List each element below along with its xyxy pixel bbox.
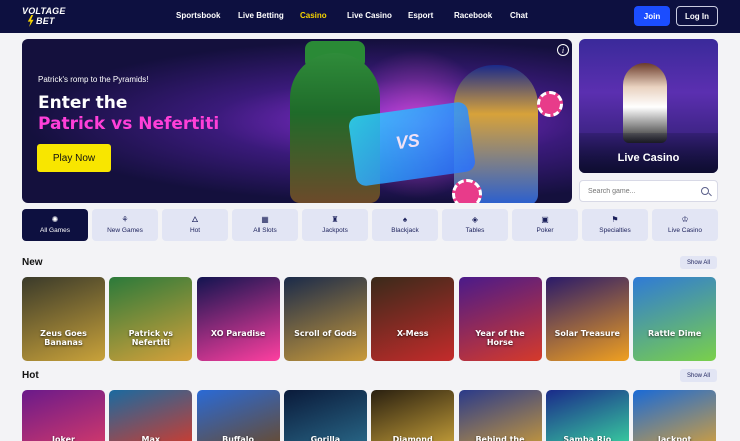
category-label: All Slots	[253, 227, 277, 234]
game-title: Patrick vs Nefertiti	[128, 329, 173, 347]
section-title-hot: Hot	[22, 370, 39, 381]
nav-casino[interactable]: Casino	[300, 11, 327, 20]
casino-chip-art	[452, 179, 482, 203]
login-button[interactable]: Log In	[676, 6, 718, 26]
category-label: Hot	[189, 227, 201, 234]
live-dealer-icon: ♔	[681, 215, 689, 224]
info-icon[interactable]: i	[557, 44, 569, 56]
game-tile[interactable]: Year of the Horse	[458, 277, 542, 361]
game-tile[interactable]: Patrick vs Nefertiti	[109, 277, 193, 361]
flame-icon: 🜂	[191, 215, 199, 224]
game-title: Buffalo	[222, 435, 255, 441]
game-title: Diamond	[392, 435, 433, 441]
logo-line-2: BET	[36, 16, 55, 26]
show-all-hot-button[interactable]: Show All	[680, 369, 717, 382]
all-games-icon: ✺	[51, 215, 59, 224]
game-tile[interactable]: XO Paradise	[196, 277, 280, 361]
game-title: Solar Treasure	[554, 329, 620, 338]
category-blackjack[interactable]: ♠ Blackjack	[372, 209, 438, 241]
game-tile[interactable]: Buffalo	[196, 390, 280, 441]
show-all-new-button[interactable]: Show All	[680, 256, 717, 269]
game-tile[interactable]: Gorilla	[283, 390, 367, 441]
hero-banner[interactable]: VS i Patrick's romp to the Pyramids! Ent…	[22, 39, 572, 203]
nav-racebook[interactable]: Racebook	[454, 11, 492, 20]
dealer-art	[623, 63, 667, 143]
game-title: Max	[141, 435, 161, 441]
game-title: X-Mess	[396, 329, 429, 338]
category-label: Jackpots	[322, 227, 348, 234]
voltagebet-logo[interactable]: VOLTAGE BET	[22, 6, 68, 28]
game-tile[interactable]: Diamond	[371, 390, 455, 441]
new-games-icon: ⚘	[121, 215, 129, 224]
poker-icon: ▣	[541, 215, 549, 224]
roulette-icon: ◈	[471, 215, 479, 224]
game-title: XO Paradise	[210, 329, 266, 338]
lightning-bolt-icon	[27, 15, 34, 27]
category-tables[interactable]: ◈ Tables	[442, 209, 508, 241]
logo-line-1: VOLTAGE	[22, 6, 66, 16]
jackpot-icon: ♜	[331, 215, 339, 224]
game-title: Zeus Goes Bananas	[40, 329, 87, 347]
hero-game-title: Patrick vs Nefertiti	[38, 114, 220, 134]
nav-esport[interactable]: Esport	[408, 11, 433, 20]
game-tile[interactable]: Solar Treasure	[545, 277, 629, 361]
game-title: Year of the Horse	[475, 329, 525, 347]
hero-headline: Enter the	[38, 93, 128, 113]
game-title: Gorilla	[310, 435, 341, 441]
category-poker[interactable]: ▣ Poker	[512, 209, 578, 241]
game-tile[interactable]: Max	[109, 390, 193, 441]
game-tile[interactable]: Rattle Dime	[633, 277, 717, 361]
game-tile[interactable]: X-Mess	[371, 277, 455, 361]
nav-sportsbook[interactable]: Sportsbook	[176, 11, 220, 20]
category-live-casino[interactable]: ♔ Live Casino	[652, 209, 718, 241]
slots-icon: ▦	[261, 215, 269, 224]
search-input[interactable]	[588, 185, 698, 198]
game-tile[interactable]: Scroll of Gods	[283, 277, 367, 361]
nav-live-betting[interactable]: Live Betting	[238, 11, 284, 20]
play-now-button[interactable]: Play Now	[37, 144, 111, 172]
game-tile[interactable]: Samba Rio	[545, 390, 629, 441]
category-label: All Games	[40, 227, 70, 234]
category-new-games[interactable]: ⚘ New Games	[92, 209, 158, 241]
top-navbar: VOLTAGE BET Sportsbook Live Betting Casi…	[0, 0, 740, 33]
category-label: Blackjack	[391, 227, 419, 234]
category-hot[interactable]: 🜂 Hot	[162, 209, 228, 241]
section-title-new: New	[22, 257, 43, 268]
category-label: Tables	[465, 227, 485, 234]
game-tile[interactable]: Jackpot	[633, 390, 717, 441]
category-all-games[interactable]: ✺ All Games	[22, 209, 88, 241]
category-label: Specialties	[599, 227, 631, 234]
category-all-slots[interactable]: ▦ All Slots	[232, 209, 298, 241]
category-specialties[interactable]: ⚑ Specialties	[582, 209, 648, 241]
nav-live-casino[interactable]: Live Casino	[347, 11, 392, 20]
flag-icon: ⚑	[611, 215, 619, 224]
join-button[interactable]: Join	[634, 6, 670, 26]
search-icon[interactable]	[701, 187, 709, 195]
game-title: Scroll of Gods	[294, 329, 357, 338]
category-label: New Games	[107, 227, 143, 234]
game-title: Joker	[52, 435, 75, 441]
search-box	[579, 180, 718, 202]
game-title: Rattle Dime	[647, 329, 702, 338]
cards-icon: ♠	[402, 215, 408, 224]
nav-chat[interactable]: Chat	[510, 11, 528, 20]
game-tile[interactable]: Zeus Goes Bananas	[22, 277, 105, 361]
live-casino-label: Live Casino	[617, 152, 680, 164]
category-label: Poker	[536, 227, 554, 234]
game-title: Samba Rio	[563, 435, 612, 441]
category-jackpots[interactable]: ♜ Jackpots	[302, 209, 368, 241]
category-label: Live Casino	[668, 227, 702, 234]
game-tile[interactable]: Joker	[22, 390, 105, 441]
live-casino-card[interactable]: Live Casino	[579, 39, 718, 173]
hero-subtitle: Patrick's romp to the Pyramids!	[38, 75, 149, 84]
game-title: Behind the	[475, 435, 525, 441]
vs-text: VS	[394, 130, 421, 154]
casino-chip-art	[537, 91, 563, 117]
game-tile[interactable]: Behind the	[458, 390, 542, 441]
game-title: Jackpot	[657, 435, 692, 441]
